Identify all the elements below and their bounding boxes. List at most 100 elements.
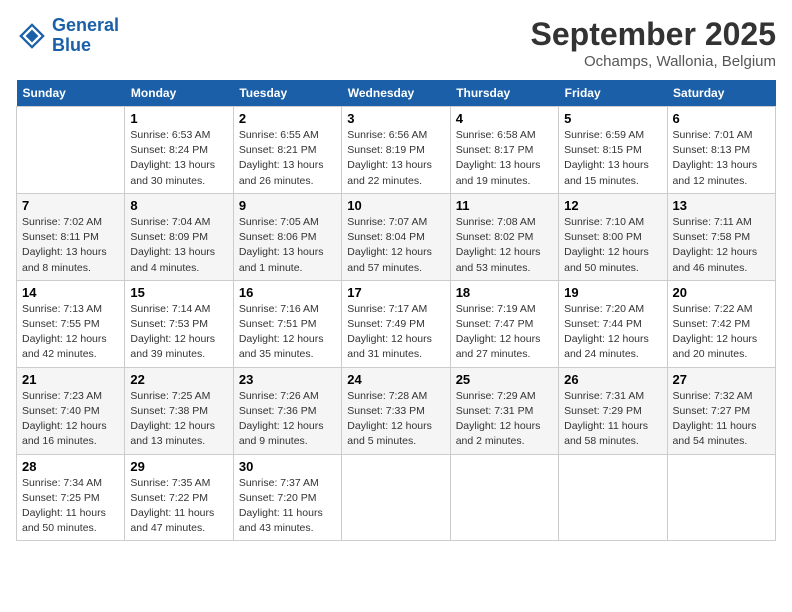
day-info: Sunrise: 7:04 AMSunset: 8:09 PMDaylight:… <box>130 215 227 276</box>
logo-line1: General <box>52 15 119 35</box>
day-info: Sunrise: 7:10 AMSunset: 8:00 PMDaylight:… <box>564 215 661 276</box>
day-number: 1 <box>130 111 227 126</box>
calendar-cell: 14Sunrise: 7:13 AMSunset: 7:55 PMDayligh… <box>17 280 125 367</box>
calendar-cell: 12 Sunrise: 7:10 AMSunset: 8:00 PMDayligh… <box>559 193 667 280</box>
day-number: 20 <box>673 285 770 300</box>
day-number: 5 <box>564 111 661 126</box>
day-info: Sunrise: 7:25 AMSunset: 7:38 PMDaylight:… <box>130 389 227 450</box>
day-number: 3 <box>347 111 444 126</box>
location: Ochamps, Wallonia, Belgium <box>531 53 776 70</box>
calendar-cell: 1 Sunrise: 6:53 AMSunset: 8:24 PMDaylight… <box>125 107 233 194</box>
calendar-week-row: 21 Sunrise: 7:23 AMSunset: 7:40 PMDayligh… <box>17 367 776 454</box>
calendar-cell: 4 Sunrise: 6:58 AMSunset: 8:17 PMDaylight… <box>450 107 558 194</box>
logo-icon <box>16 20 48 52</box>
day-number: 28 <box>22 459 119 474</box>
weekday-header: Thursday <box>450 80 558 107</box>
day-info: Sunrise: 6:56 AMSunset: 8:19 PMDaylight:… <box>347 128 444 189</box>
day-info: Sunrise: 7:28 AMSunset: 7:33 PMDaylight:… <box>347 389 444 450</box>
day-info: Sunrise: 7:01 AMSunset: 8:13 PMDaylight:… <box>673 128 770 189</box>
logo-line2: Blue <box>52 35 91 55</box>
day-number: 29 <box>130 459 227 474</box>
day-info: Sunrise: 7:29 AMSunset: 7:31 PMDaylight:… <box>456 389 553 450</box>
calendar-week-row: 28Sunrise: 7:34 AMSunset: 7:25 PMDayligh… <box>17 454 776 541</box>
calendar-cell <box>667 454 775 541</box>
calendar-cell: 23 Sunrise: 7:26 AMSunset: 7:36 PMDayligh… <box>233 367 341 454</box>
day-number: 24 <box>347 372 444 387</box>
day-number: 27 <box>673 372 770 387</box>
day-info: Sunrise: 6:59 AMSunset: 8:15 PMDaylight:… <box>564 128 661 189</box>
day-number: 6 <box>673 111 770 126</box>
day-info: Sunrise: 7:19 AMSunset: 7:47 PMDaylight:… <box>456 302 553 363</box>
calendar-cell: 6 Sunrise: 7:01 AMSunset: 8:13 PMDaylight… <box>667 107 775 194</box>
day-info: Sunrise: 7:20 AMSunset: 7:44 PMDaylight:… <box>564 302 661 363</box>
day-number: 12 <box>564 198 661 213</box>
weekday-header: Tuesday <box>233 80 341 107</box>
calendar-cell: 13 Sunrise: 7:11 AMSunset: 7:58 PMDayligh… <box>667 193 775 280</box>
weekday-header: Friday <box>559 80 667 107</box>
day-info: Sunrise: 7:31 AMSunset: 7:29 PMDaylight:… <box>564 389 661 450</box>
calendar-cell: 16 Sunrise: 7:16 AMSunset: 7:51 PMDayligh… <box>233 280 341 367</box>
calendar-cell: 20 Sunrise: 7:22 AMSunset: 7:42 PMDayligh… <box>667 280 775 367</box>
day-number: 4 <box>456 111 553 126</box>
day-info: Sunrise: 7:02 AMSunset: 8:11 PMDaylight:… <box>22 215 119 276</box>
day-number: 18 <box>456 285 553 300</box>
weekday-header: Sunday <box>17 80 125 107</box>
day-info: Sunrise: 7:26 AMSunset: 7:36 PMDaylight:… <box>239 389 336 450</box>
calendar-cell: 10Sunrise: 7:07 AMSunset: 8:04 PMDayligh… <box>342 193 450 280</box>
day-info: Sunrise: 7:23 AMSunset: 7:40 PMDaylight:… <box>22 389 119 450</box>
calendar-cell: 29 Sunrise: 7:35 AMSunset: 7:22 PMDayligh… <box>125 454 233 541</box>
month-title: September 2025 <box>531 16 776 53</box>
day-number: 8 <box>130 198 227 213</box>
calendar-cell: 11 Sunrise: 7:08 AMSunset: 8:02 PMDayligh… <box>450 193 558 280</box>
title-block: September 2025 Ochamps, Wallonia, Belgiu… <box>531 16 776 70</box>
day-number: 22 <box>130 372 227 387</box>
calendar-cell: 27 Sunrise: 7:32 AMSunset: 7:27 PMDayligh… <box>667 367 775 454</box>
weekday-header: Monday <box>125 80 233 107</box>
calendar-cell: 7Sunrise: 7:02 AMSunset: 8:11 PMDaylight… <box>17 193 125 280</box>
calendar-cell: 9 Sunrise: 7:05 AMSunset: 8:06 PMDaylight… <box>233 193 341 280</box>
calendar-cell: 15 Sunrise: 7:14 AMSunset: 7:53 PMDayligh… <box>125 280 233 367</box>
day-info: Sunrise: 7:32 AMSunset: 7:27 PMDaylight:… <box>673 389 770 450</box>
day-number: 21 <box>22 372 119 387</box>
weekday-header: Saturday <box>667 80 775 107</box>
calendar-cell: 28Sunrise: 7:34 AMSunset: 7:25 PMDayligh… <box>17 454 125 541</box>
logo: General Blue <box>16 16 119 56</box>
day-number: 13 <box>673 198 770 213</box>
weekday-header-row: SundayMondayTuesdayWednesdayThursdayFrid… <box>17 80 776 107</box>
day-info: Sunrise: 7:05 AMSunset: 8:06 PMDaylight:… <box>239 215 336 276</box>
day-number: 30 <box>239 459 336 474</box>
day-info: Sunrise: 7:08 AMSunset: 8:02 PMDaylight:… <box>456 215 553 276</box>
calendar-week-row: 14Sunrise: 7:13 AMSunset: 7:55 PMDayligh… <box>17 280 776 367</box>
day-number: 17 <box>347 285 444 300</box>
calendar-cell: 30 Sunrise: 7:37 AMSunset: 7:20 PMDayligh… <box>233 454 341 541</box>
calendar-cell <box>559 454 667 541</box>
day-number: 11 <box>456 198 553 213</box>
day-info: Sunrise: 7:35 AMSunset: 7:22 PMDaylight:… <box>130 476 227 537</box>
calendar-cell: 22 Sunrise: 7:25 AMSunset: 7:38 PMDayligh… <box>125 367 233 454</box>
day-info: Sunrise: 6:53 AMSunset: 8:24 PMDaylight:… <box>130 128 227 189</box>
day-number: 15 <box>130 285 227 300</box>
day-info: Sunrise: 7:16 AMSunset: 7:51 PMDaylight:… <box>239 302 336 363</box>
day-info: Sunrise: 7:07 AMSunset: 8:04 PMDaylight:… <box>347 215 444 276</box>
calendar-table: SundayMondayTuesdayWednesdayThursdayFrid… <box>16 80 776 541</box>
calendar-cell: 19Sunrise: 7:20 AMSunset: 7:44 PMDayligh… <box>559 280 667 367</box>
day-number: 23 <box>239 372 336 387</box>
day-number: 16 <box>239 285 336 300</box>
day-info: Sunrise: 6:55 AMSunset: 8:21 PMDaylight:… <box>239 128 336 189</box>
day-info: Sunrise: 7:14 AMSunset: 7:53 PMDaylight:… <box>130 302 227 363</box>
calendar-cell: 18 Sunrise: 7:19 AMSunset: 7:47 PMDayligh… <box>450 280 558 367</box>
day-info: Sunrise: 7:13 AMSunset: 7:55 PMDaylight:… <box>22 302 119 363</box>
day-number: 2 <box>239 111 336 126</box>
calendar-cell <box>450 454 558 541</box>
calendar-cell: 2 Sunrise: 6:55 AMSunset: 8:21 PMDaylight… <box>233 107 341 194</box>
day-info: Sunrise: 7:22 AMSunset: 7:42 PMDaylight:… <box>673 302 770 363</box>
calendar-cell: 26 Sunrise: 7:31 AMSunset: 7:29 PMDayligh… <box>559 367 667 454</box>
day-number: 9 <box>239 198 336 213</box>
calendar-week-row: 1 Sunrise: 6:53 AMSunset: 8:24 PMDaylight… <box>17 107 776 194</box>
day-info: Sunrise: 6:58 AMSunset: 8:17 PMDaylight:… <box>456 128 553 189</box>
weekday-header: Wednesday <box>342 80 450 107</box>
day-info: Sunrise: 7:11 AMSunset: 7:58 PMDaylight:… <box>673 215 770 276</box>
day-info: Sunrise: 7:37 AMSunset: 7:20 PMDaylight:… <box>239 476 336 537</box>
day-number: 26 <box>564 372 661 387</box>
calendar-cell: 3 Sunrise: 6:56 AMSunset: 8:19 PMDaylight… <box>342 107 450 194</box>
